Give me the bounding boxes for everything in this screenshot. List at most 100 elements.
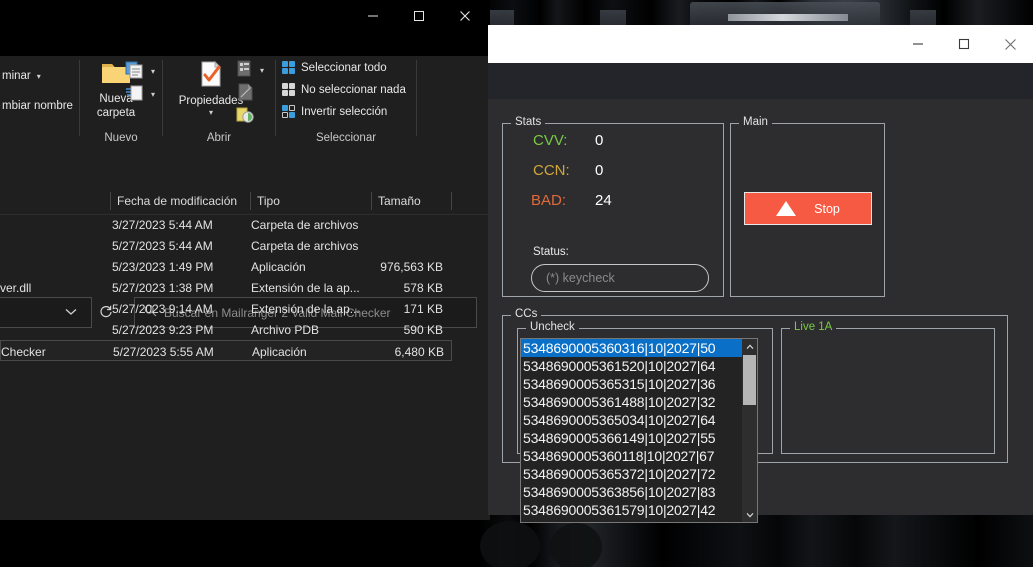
uncheck-listbox[interactable]: 5348690005360316|10|2027|505348690005361… bbox=[520, 338, 758, 523]
file-name bbox=[0, 319, 108, 340]
ccs-group-label: CCs bbox=[511, 308, 541, 320]
list-item[interactable]: 5348690005363856|10|2027|83 bbox=[521, 483, 757, 501]
column-header-name[interactable] bbox=[0, 188, 110, 214]
list-item[interactable]: 5348690005360118|10|2027|67 bbox=[521, 447, 757, 465]
column-header-type[interactable]: Tipo bbox=[251, 188, 371, 214]
chevron-down-icon: ▾ bbox=[151, 90, 155, 99]
ribbon-group-nuevo: Nueva carpeta ▾ bbox=[80, 56, 162, 146]
file-size: 171 KB bbox=[330, 298, 443, 319]
file-explorer-window: ? minar ▾ mbiar nombre bbox=[0, 0, 490, 520]
ribbon-group-abrir: Propiedades ▾ ▾ bbox=[163, 56, 275, 146]
chevron-down-icon[interactable] bbox=[742, 507, 757, 522]
edit-button[interactable] bbox=[236, 83, 254, 104]
invert-selection-icon bbox=[282, 105, 295, 118]
list-item[interactable]: 5348690005365315|10|2027|36 bbox=[521, 375, 757, 393]
minimize-icon[interactable] bbox=[350, 0, 396, 32]
table-row[interactable]: 5/27/2023 9:23 PMArchivo PDB590 KB bbox=[0, 319, 452, 340]
maximize-icon[interactable] bbox=[396, 0, 442, 32]
properties-icon bbox=[197, 60, 225, 93]
main-group-label: Main bbox=[739, 116, 772, 128]
column-header-size[interactable]: Tamaño bbox=[372, 188, 451, 214]
ribbon-group-seleccionar: Seleccionar todo No seleccionar nada Inv… bbox=[276, 56, 416, 146]
select-all-label: Seleccionar todo bbox=[301, 62, 387, 74]
easy-access-button[interactable]: ▾ bbox=[125, 84, 155, 105]
list-item[interactable]: 5348690005360316|10|2027|50 bbox=[521, 339, 757, 357]
new-item-icon bbox=[125, 61, 145, 82]
minimize-icon[interactable] bbox=[895, 25, 941, 63]
table-row[interactable]: 5/27/2023 5:44 AMCarpeta de archivos bbox=[0, 235, 452, 256]
select-all-icon bbox=[282, 61, 295, 74]
table-row[interactable]: Checker5/27/2023 5:55 AMAplicación6,480 … bbox=[0, 340, 452, 361]
invert-selection-label: Invertir selección bbox=[301, 106, 387, 118]
list-item[interactable]: 5348690005361520|10|2027|64 bbox=[521, 357, 757, 375]
app-subheader bbox=[488, 63, 1033, 99]
file-size bbox=[330, 235, 443, 256]
file-list-header: Fecha de modificación Tipo Tamaño bbox=[0, 188, 490, 215]
explorer-address-row: Buscar en Mailranger 2 Valid Mail Checke… bbox=[0, 146, 490, 186]
status-input[interactable]: (*) keycheck bbox=[531, 264, 709, 292]
file-date: 5/23/2023 1:49 PM bbox=[112, 256, 246, 277]
file-name: Checker bbox=[1, 341, 109, 362]
stop-button[interactable]: Stop bbox=[744, 192, 872, 225]
uncheck-group: Uncheck 5348690005360316|10|2027|5053486… bbox=[517, 328, 773, 454]
ribbon-group-label-abrir: Abrir bbox=[163, 132, 275, 144]
column-header-date[interactable]: Fecha de modificación bbox=[111, 188, 250, 214]
history-icon bbox=[236, 106, 254, 127]
stats-group-label: Stats bbox=[511, 116, 545, 128]
explorer-ribbon-controls: ? bbox=[0, 32, 490, 56]
list-item[interactable]: 5348690005365034|10|2027|64 bbox=[521, 411, 757, 429]
file-name bbox=[0, 298, 108, 319]
select-none-button[interactable]: No seleccionar nada bbox=[282, 83, 406, 96]
table-row[interactable]: 5/27/2023 9:14 AMExtensión de la ap...17… bbox=[0, 298, 452, 319]
chevron-down-icon: ▾ bbox=[37, 72, 41, 81]
close-icon[interactable] bbox=[442, 0, 488, 32]
divider bbox=[451, 192, 452, 210]
delete-label: minar bbox=[2, 70, 31, 82]
new-item-button[interactable]: ▾ bbox=[125, 61, 155, 82]
file-date: 5/27/2023 1:38 PM bbox=[112, 277, 246, 298]
scrollbar[interactable] bbox=[742, 339, 757, 522]
maximize-icon[interactable] bbox=[941, 25, 987, 63]
stat-value-bad: 24 bbox=[595, 192, 612, 209]
select-all-button[interactable]: Seleccionar todo bbox=[282, 61, 387, 74]
file-name: ver.dll bbox=[0, 277, 108, 298]
stats-group: Stats CVV: 0 CCN: 0 BAD: 24 Status: (*) … bbox=[502, 123, 724, 297]
ccs-group: CCs Uncheck 5348690005360316|10|2027|505… bbox=[502, 315, 1008, 463]
history-button[interactable] bbox=[236, 106, 254, 127]
stop-button-label: Stop bbox=[814, 202, 840, 216]
list-item[interactable]: 5348690005366149|10|2027|55 bbox=[521, 429, 757, 447]
edit-icon bbox=[236, 83, 254, 104]
file-size bbox=[330, 214, 443, 235]
file-date: 3/27/2023 5:44 AM bbox=[112, 214, 246, 235]
invert-selection-button[interactable]: Invertir selección bbox=[282, 105, 387, 118]
list-item[interactable]: 5348690005361579|10|2027|42 bbox=[521, 501, 757, 519]
triangle-icon bbox=[776, 201, 796, 216]
wallpaper-detail bbox=[550, 523, 602, 567]
table-row[interactable]: 3/27/2023 5:44 AMCarpeta de archivos bbox=[0, 214, 452, 235]
open-button[interactable]: ▾ bbox=[236, 60, 264, 81]
list-item[interactable]: 5348690005361488|10|2027|32 bbox=[521, 393, 757, 411]
list-item[interactable]: 5348690005365372|10|2027|72 bbox=[521, 465, 757, 483]
explorer-ribbon: minar ▾ mbiar nombre Nueva carpeta bbox=[0, 56, 490, 146]
scrollbar-thumb[interactable] bbox=[743, 355, 756, 405]
easy-access-icon bbox=[125, 84, 145, 105]
file-size: 6,480 KB bbox=[331, 341, 444, 362]
rename-label: mbiar nombre bbox=[2, 100, 73, 112]
live-group-label: Live 1A bbox=[790, 321, 836, 333]
select-none-icon bbox=[282, 83, 295, 96]
checker-app-window: Stats CVV: 0 CCN: 0 BAD: 24 Status: (*) … bbox=[488, 25, 1033, 515]
ribbon-group-label-seleccionar: Seleccionar bbox=[276, 132, 416, 144]
explorer-titlebar bbox=[0, 0, 490, 32]
rename-button[interactable]: mbiar nombre bbox=[2, 100, 73, 112]
file-name bbox=[0, 235, 108, 256]
chevron-up-icon[interactable] bbox=[742, 339, 757, 354]
status-label: Status: bbox=[533, 246, 569, 258]
table-row[interactable]: ver.dll5/27/2023 1:38 PMExtensión de la … bbox=[0, 277, 452, 298]
close-icon[interactable] bbox=[987, 25, 1033, 63]
delete-button[interactable]: minar ▾ bbox=[2, 70, 41, 82]
app-titlebar bbox=[488, 25, 1033, 63]
chevron-down-icon: ▾ bbox=[260, 66, 264, 75]
table-row[interactable]: 5/23/2023 1:49 PMAplicación976,563 KB bbox=[0, 256, 452, 277]
file-list: 3/27/2023 5:44 AMCarpeta de archivos5/27… bbox=[0, 214, 490, 374]
divider bbox=[416, 60, 417, 136]
